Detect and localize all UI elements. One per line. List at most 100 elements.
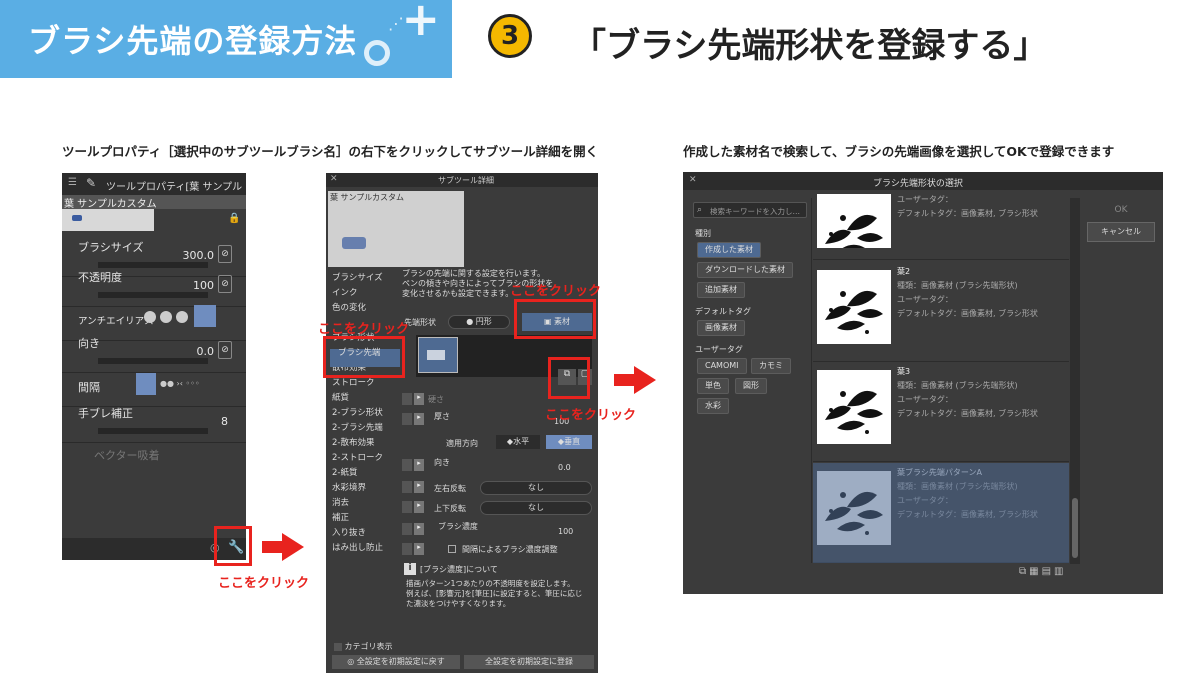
lock-icon[interactable]: 🔒 [228,213,240,224]
subtool-detail-panel: ✕ サブツール詳細 葉 サンプルカスタム ブラシサイズ インク 色の変化 ブラシ形状ブ… [326,173,598,673]
scrollbar-thumb[interactable] [1072,498,1078,558]
opacity-slider[interactable] [98,292,208,298]
circle-tip-button[interactable]: ● 円形 [448,315,510,329]
vertical-toggle[interactable]: ◆垂直 [546,435,592,449]
stabilizer-slider[interactable] [98,428,208,434]
item-default-tag: デフォルトタグ：画像素材, ブラシ形状 [897,209,1038,218]
nav-item[interactable]: 色の変化 [332,301,366,313]
expand-icon[interactable] [402,393,412,405]
play-icon[interactable]: ▸ [414,459,424,471]
nav-item[interactable]: ブラシ先端 [338,346,380,358]
nav-item[interactable]: 消去 [332,496,349,508]
tip-select-dialog: ✕ ブラシ先端形状の選択 ⌕ 検索キーワードを入力し… 種別 作成した素材 ダウ… [683,172,1163,594]
highlight-box [548,357,590,399]
brush-preview: 葉 サンプルカスタム [328,191,464,267]
panel-header: ☰ ✎ ツールプロパティ[葉 サンプル [62,173,246,195]
banner-title: ブラシ先端の登録方法 [28,22,358,60]
highlight-box [514,299,596,339]
interval-selected-icon[interactable] [136,373,156,395]
nav-item[interactable]: 紙質 [332,391,349,403]
nav-item[interactable]: 入り抜き [332,526,366,538]
leaf-thumbnail [817,370,891,444]
caption-left: ツールプロパティ［選択中のサブツールブラシ名］の右下をクリックしてサブツール詳細… [62,144,599,159]
item-name: 葉3 [897,367,911,376]
direction-row[interactable]: 向き 0.0 [404,457,594,475]
menu-icon[interactable]: ☰ [68,177,77,188]
info-icon: i [404,563,416,575]
nav-item[interactable]: 2-散布効果 [332,436,374,448]
expand-icon[interactable] [402,523,412,535]
sparkle-decoration-icon: ⋰ [388,14,404,33]
nav-item[interactable]: ブラシサイズ [332,271,383,283]
expand-icon[interactable] [402,481,412,493]
callout-label: ここをクリック [218,576,310,591]
interval-options-icon[interactable]: ●● ›‹ ◦◦◦ [160,379,200,388]
interval-density-row[interactable]: 間隔によるブラシ濃度調整 [404,541,594,559]
antialias-medium-icon[interactable] [176,311,188,323]
interval-density-checkbox[interactable] [448,545,456,553]
material-item[interactable]: 葉3 種類：画像素材 (ブラシ先端形状) ユーザータグ： デフォルトタグ：画像素材, … [813,362,1069,462]
material-item[interactable]: ユーザータグ： デフォルトタグ：画像素材, ブラシ形状 [813,190,1069,260]
step-title: 「ブラシ先端形状を登録する」 [572,26,1048,66]
pressure-icon[interactable]: ⊘ [218,245,232,263]
nav-item[interactable]: 2-ブラシ先端 [332,421,383,433]
item-kind: 種類：画像素材 (ブラシ先端形状) [897,281,1018,290]
antialias-weak-icon[interactable] [160,311,172,323]
pressure-icon[interactable]: ⊘ [218,341,232,359]
play-icon[interactable]: ▸ [414,543,424,555]
play-icon[interactable]: ▸ [414,393,424,405]
circle-decoration-icon [364,40,390,66]
callout-label: ここをクリック [545,408,637,423]
pressure-icon[interactable]: ⊘ [218,275,232,293]
selected-item-highlight [813,463,1069,563]
play-icon[interactable]: ▸ [414,523,424,535]
expand-icon[interactable] [402,459,412,471]
reset-all-button[interactable]: ◎ 全設定を初期設定に戻す [332,655,460,669]
nav-item[interactable]: 2-ストローク [332,451,383,463]
tip-thumbnail[interactable] [418,337,458,373]
cancel-button[interactable]: キャンセル [1087,222,1155,242]
play-icon[interactable]: ▸ [414,413,424,425]
register-all-button[interactable]: 全設定を初期設定に登録 [464,655,594,669]
apply-direction-row[interactable]: 適用方向 ◆水平 ◆垂直 [404,433,594,451]
close-icon[interactable]: ✕ [330,174,338,184]
category-toggle[interactable]: カテゴリ表示 [334,641,393,652]
item-user-tag: ユーザータグ： [897,395,953,404]
nav-item[interactable]: はみ出し防止 [332,541,383,553]
direction-slider[interactable] [98,358,208,364]
item-default-tag: デフォルトタグ：画像素材, ブラシ形状 [897,309,1038,318]
nav-item[interactable]: 2-ブラシ形状 [332,406,383,418]
expand-icon[interactable] [402,501,412,513]
view-mode-icons[interactable]: ⧉▦▤▥ [1019,566,1067,577]
expand-icon[interactable] [402,543,412,555]
play-icon[interactable]: ▸ [414,481,424,493]
density-row[interactable]: ブラシ濃度 100 [404,521,594,539]
expand-icon[interactable] [402,413,412,425]
material-item[interactable]: 葉2 種類：画像素材 (ブラシ先端形状) ユーザータグ： デフォルトタグ：画像素材, … [813,262,1069,362]
flip-horizontal-row[interactable]: 左右反転 なし [404,479,594,497]
antialias-strong-icon[interactable] [194,305,216,327]
scrollbar[interactable] [1070,198,1080,564]
horizontal-toggle[interactable]: ◆水平 [496,435,540,449]
item-user-tag: ユーザータグ： [897,295,953,304]
play-icon[interactable]: ▸ [414,501,424,513]
ok-button[interactable]: OK [1087,202,1155,218]
nav-item[interactable]: 水彩境界 [332,481,366,493]
opacity-value: 100 [193,279,214,292]
direction-value: 0.0 [196,345,215,358]
antialias-none-icon[interactable] [144,311,156,323]
nav-item[interactable]: インク [332,286,358,298]
nav-item[interactable]: 補正 [332,511,349,523]
dialog-title: サブツール詳細 [438,176,494,185]
flip-vertical-select[interactable]: なし [480,501,592,515]
info-box: i [ブラシ濃度]について 描画パターン1つあたりの不透明度を設定します。 例え… [404,563,583,608]
leaf-thumbnail [817,270,891,344]
brush-size-value: 300.0 [182,249,215,262]
vector-snap-row[interactable]: ベクター吸着 [62,435,246,477]
flip-horizontal-select[interactable]: なし [480,481,592,495]
brush-preview [62,209,154,231]
highlight-box [214,526,252,566]
flip-vertical-row[interactable]: 上下反転 なし [404,499,594,517]
tool-property-panel: ☰ ✎ ツールプロパティ[葉 サンプル 葉 サンプルカスタム 🔒 ブラシサイズ … [62,173,246,560]
nav-item[interactable]: 2-紙質 [332,466,357,478]
